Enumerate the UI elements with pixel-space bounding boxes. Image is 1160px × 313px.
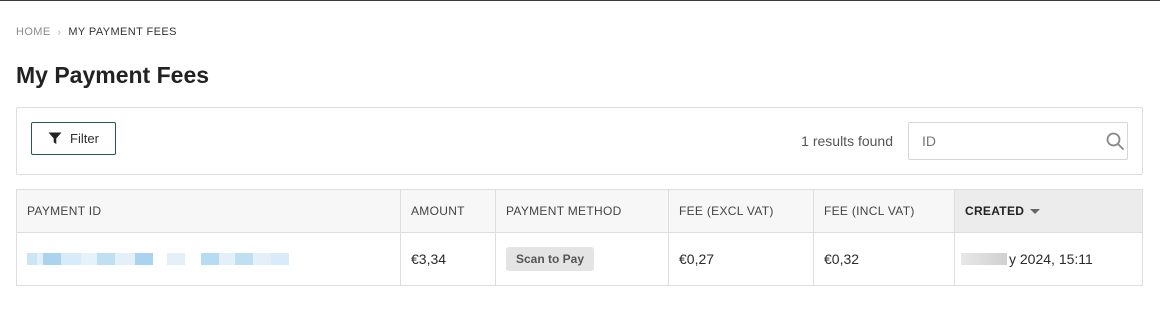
page-title: My Payment Fees [16, 62, 210, 88]
filter-button-label: Filter [70, 131, 99, 146]
column-header-created-label: CREATED [965, 204, 1025, 218]
fee-incl-vat-cell: €0,32 [814, 233, 955, 285]
column-header-created[interactable]: CREATED [955, 190, 1142, 232]
search-input[interactable] [909, 123, 1103, 159]
filter-button[interactable]: Filter [31, 122, 116, 155]
filter-toolbar: Filter 1 results found [16, 107, 1143, 175]
sort-descending-icon [1030, 208, 1041, 214]
breadcrumb-chevron-icon: › [57, 26, 62, 38]
payment-fees-table: PAYMENT ID AMOUNT PAYMENT METHOD FEE (EX… [16, 189, 1143, 286]
column-header-payment-method[interactable]: PAYMENT METHOD [496, 190, 669, 232]
column-header-payment-id[interactable]: PAYMENT ID [17, 190, 401, 232]
created-value: y 2024, 15:11 [1009, 251, 1093, 267]
redacted-payment-id-link[interactable] [27, 253, 289, 265]
column-header-fee-incl-vat[interactable]: FEE (INCL VAT) [814, 190, 955, 232]
created-cell: y 2024, 15:11 [955, 233, 1142, 285]
payment-method-badge: Scan to Pay [506, 247, 595, 271]
redacted-date-part [961, 253, 1007, 265]
breadcrumb-home-link[interactable]: HOME [16, 26, 51, 38]
table-header-row: PAYMENT ID AMOUNT PAYMENT METHOD FEE (EX… [17, 190, 1142, 233]
search-icon[interactable] [1103, 132, 1127, 150]
funnel-icon [48, 132, 62, 144]
results-count: 1 results found [801, 133, 893, 149]
search-box [908, 122, 1128, 160]
payment-id-cell [17, 233, 401, 285]
fee-excl-vat-cell: €0,27 [669, 233, 814, 285]
payment-method-cell: Scan to Pay [496, 233, 669, 285]
column-header-fee-excl-vat[interactable]: FEE (EXCL VAT) [669, 190, 814, 232]
column-header-amount[interactable]: AMOUNT [401, 190, 496, 232]
table-row: €3,34 Scan to Pay €0,27 €0,32 y 2024, 15… [17, 233, 1142, 285]
breadcrumb: HOME › MY PAYMENT FEES [16, 26, 177, 38]
amount-cell: €3,34 [401, 233, 496, 285]
breadcrumb-current: MY PAYMENT FEES [68, 26, 177, 38]
